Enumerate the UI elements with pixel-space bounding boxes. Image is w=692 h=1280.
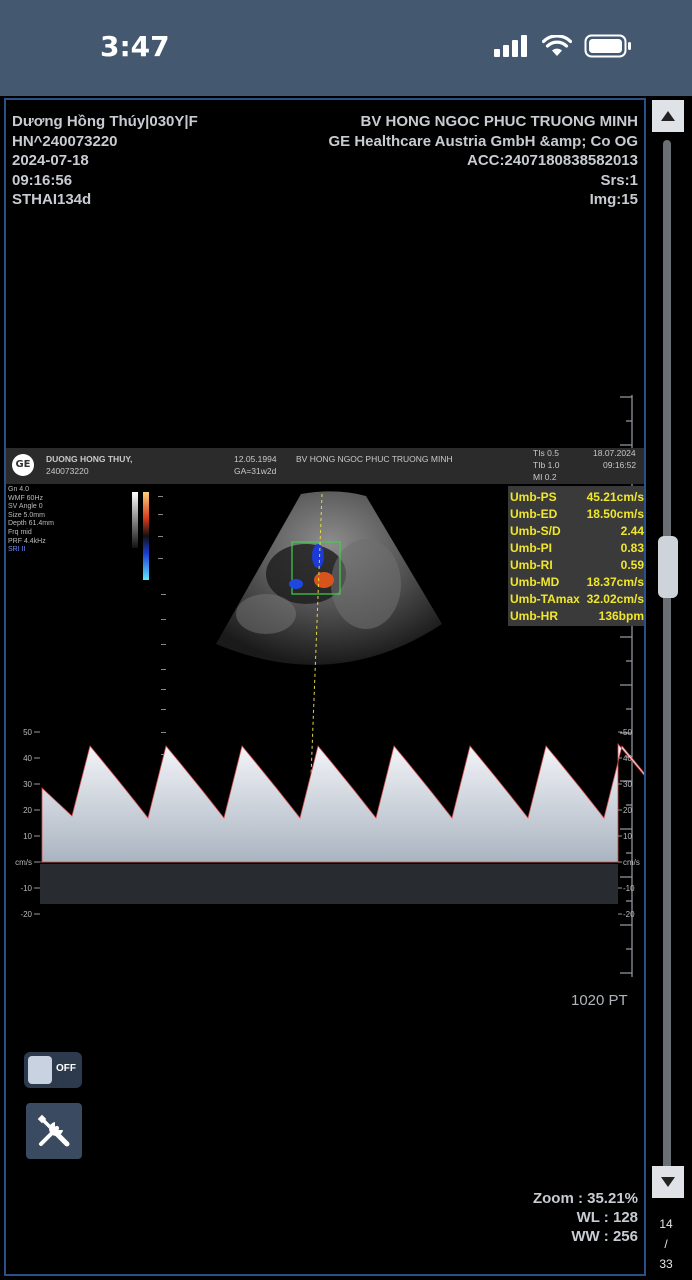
scale-left-label: -20	[20, 910, 32, 919]
us-tib: TIb 1.0	[533, 460, 560, 470]
scale-right-label: 40	[623, 754, 632, 763]
page-separator: /	[664, 1237, 668, 1251]
baseline-noise	[40, 864, 618, 904]
patient-id: HN^240073220	[12, 132, 118, 150]
signal-icon	[494, 35, 527, 57]
scale-right-label: -20	[623, 910, 635, 919]
patient-name: Dương Hồng Thúy|030Y|F	[12, 113, 198, 130]
us-hospital: BV HONG NGOC PHUC TRUONG MINH	[296, 454, 453, 464]
tools-icon	[37, 1114, 70, 1147]
velocity-scale-right: 50 40 30 20 10 cm/s -10 -20	[618, 728, 640, 919]
arrow-up-icon	[661, 111, 675, 121]
doppler-waveform	[41, 742, 644, 863]
ultrasound-header: GE DUONG HONG THUY, 240073220 12.05.1994…	[6, 448, 644, 484]
scale-left-label: 20	[23, 806, 32, 815]
arrow-down-icon	[661, 1177, 675, 1187]
window-width: WW : 256	[571, 1228, 638, 1245]
scale-right-label: cm/s	[623, 858, 640, 867]
scale-left-label: 10	[23, 832, 32, 841]
study-info-overlay: BV HONG NGOC PHUC TRUONG MINH GE Healthc…	[328, 112, 638, 210]
scroll-thumb[interactable]	[658, 536, 678, 598]
us-patient-id: 240073220	[46, 466, 89, 476]
series-number: Srs:1	[600, 171, 638, 189]
measurement-row-pi: Umb-PI 0.83	[510, 541, 644, 555]
pt-label: 1020 PT	[571, 992, 628, 1009]
status-time: 3:47	[100, 30, 170, 63]
institution-name: BV HONG NGOC PHUC TRUONG MINH	[360, 113, 639, 130]
scale-right-label: 30	[623, 780, 632, 789]
window-info-overlay: Zoom : 35.21% WL : 128 WW : 256	[533, 1189, 638, 1246]
page-counter: 14 / 33	[651, 1214, 681, 1274]
scale-left-label: 30	[23, 780, 32, 789]
measurement-panel: Umb-PS 45.21cm/s Umb-ED 18.50cm/s Umb-S/…	[508, 486, 644, 626]
station-name: STHAI134d	[12, 191, 92, 208]
current-page: 14	[659, 1217, 673, 1231]
measurement-row-md: Umb-MD 18.37cm/s	[510, 575, 644, 589]
image-number: Img:15	[589, 191, 638, 208]
measurement-row-ri: Umb-RI 0.59	[510, 558, 644, 572]
scale-left-label: 40	[23, 754, 32, 763]
measurement-row-hr: Umb-HR 136bpm	[510, 609, 644, 623]
scroll-up-button[interactable]	[652, 100, 684, 132]
us-mi: MI 0.2	[533, 472, 557, 482]
ge-logo-icon: GE	[12, 454, 34, 476]
toggle-label: OFF	[56, 1063, 76, 1074]
patient-info-overlay: Dương Hồng Thúy|030Y|F HN^240073220 2024…	[12, 112, 198, 210]
scale-left-label: 50	[23, 728, 32, 737]
measurement-row-sd: Umb-S/D 2.44	[510, 524, 644, 538]
us-patient-name: DUONG HONG THUY,	[46, 454, 133, 464]
scale-right-label: 50	[623, 728, 632, 737]
us-dob: 12.05.1994	[234, 454, 277, 464]
measurement-row-ps: Umb-PS 45.21cm/s	[510, 490, 644, 504]
status-bar: 3:47	[0, 0, 692, 96]
wifi-icon	[542, 35, 572, 56]
dicom-viewer[interactable]: Dương Hồng Thúy|030Y|F HN^240073220 2024…	[4, 98, 646, 1276]
us-date: 18.07.2024	[593, 448, 636, 458]
scale-left-label: cm/s	[15, 858, 32, 867]
total-pages: 33	[659, 1257, 673, 1271]
battery-icon	[584, 34, 631, 58]
accession-number: ACC:2407180838582013	[467, 152, 638, 169]
scale-right-label: -10	[623, 884, 635, 893]
tools-button[interactable]	[26, 1103, 82, 1159]
window-level: WL : 128	[576, 1209, 638, 1226]
manufacturer: GE Healthcare Austria GmbH &amp; Co OG	[328, 132, 638, 150]
measurement-row-tamax: Umb-TAmax 32.02cm/s	[510, 592, 644, 606]
us-ga: GA=31w2d	[234, 466, 277, 476]
image-scrollbar[interactable]	[651, 98, 685, 1210]
scroll-down-button[interactable]	[652, 1166, 684, 1198]
us-tis: TIs 0.5	[533, 448, 559, 458]
overlay-toggle[interactable]: OFF	[24, 1052, 82, 1088]
color-scale-bar	[143, 492, 149, 580]
us-time: 09:16:52	[603, 460, 637, 470]
study-time: 09:16:56	[12, 171, 73, 189]
scale-right-label: 10	[623, 832, 632, 841]
scroll-track[interactable]	[663, 140, 671, 1174]
measurement-row-ed: Umb-ED 18.50cm/s	[510, 507, 644, 521]
doppler-spectrum: 50 40 30 20 10 cm/s -10 -20 50 40 30 20 10 cm/s -10 -2…	[15, 728, 644, 919]
toggle-knob	[28, 1056, 52, 1084]
scale-right-label: 20	[623, 806, 632, 815]
status-icons	[494, 34, 632, 58]
scale-left-label: -10	[20, 884, 32, 893]
gray-scale-bar	[132, 492, 138, 548]
study-date: 2024-07-18	[12, 152, 89, 169]
zoom-level: Zoom : 35.21%	[532, 1190, 638, 1207]
velocity-scale-left: 50 40 30 20 10 cm/s -10 -20	[15, 728, 40, 919]
